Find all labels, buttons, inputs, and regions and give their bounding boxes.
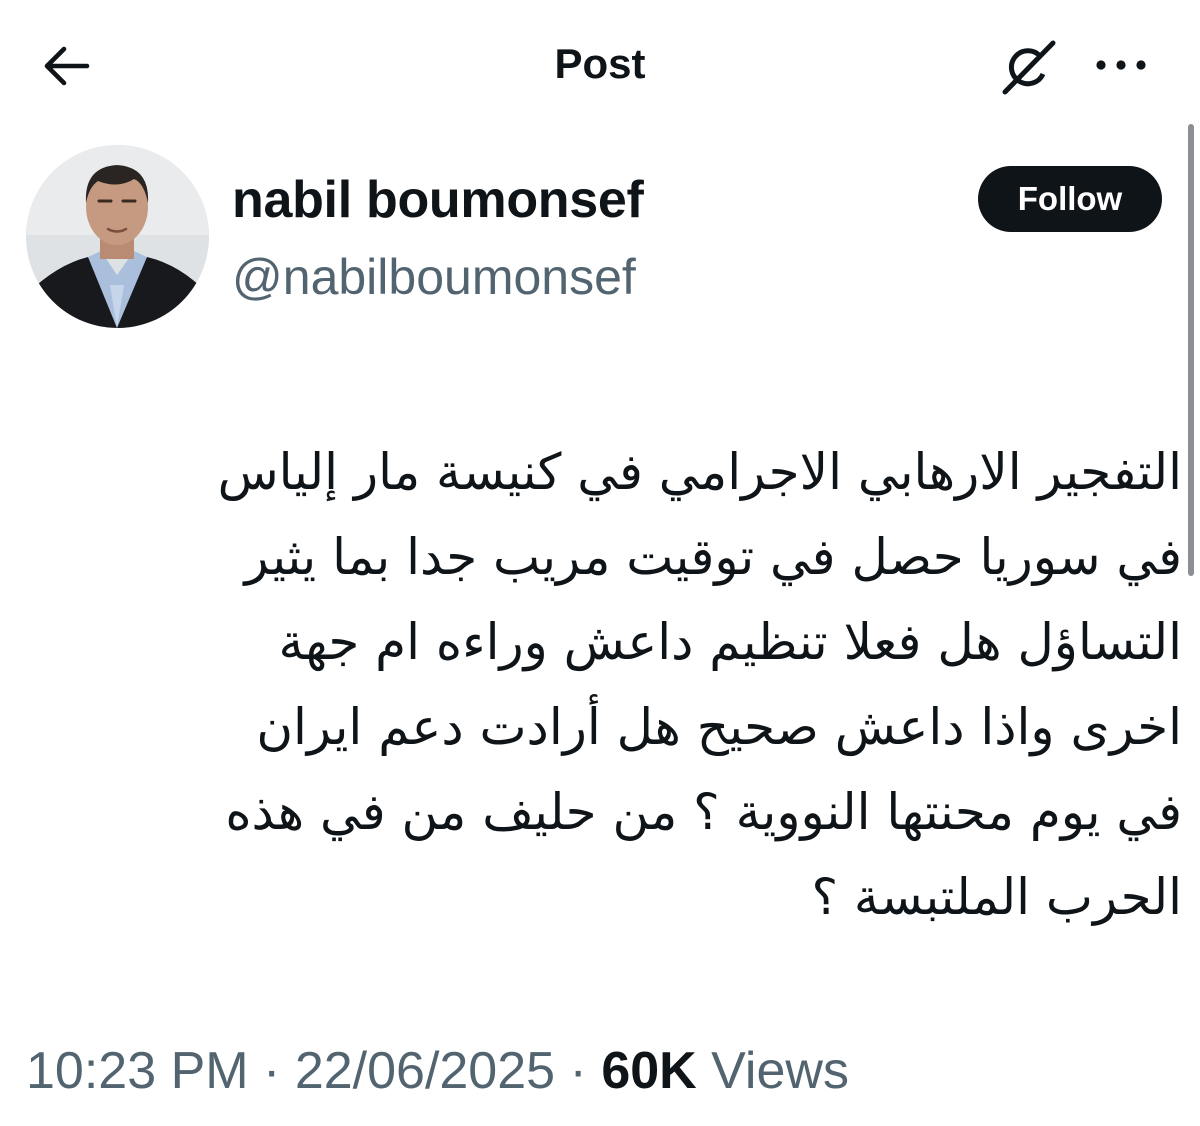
scrollbar[interactable] <box>1188 124 1194 576</box>
tweet-time[interactable]: 10:23 PM <box>26 1042 249 1100</box>
author-handle[interactable]: @nabilboumonsef <box>232 247 636 307</box>
back-button[interactable] <box>38 38 94 94</box>
follow-button[interactable]: Follow <box>978 166 1162 232</box>
author-avatar[interactable] <box>26 145 209 328</box>
tweet-text-line: الحرب الملتبسة ؟ <box>811 868 1182 926</box>
avatar-photo <box>26 145 209 328</box>
tweet-text-line: التساؤل هل فعلا تنظيم داعش وراءه ام جهة <box>278 613 1183 671</box>
more-horizontal-icon <box>1096 60 1146 70</box>
tweet-text-line: في يوم محنتها النووية ؟ من حليف من في هذ… <box>225 783 1182 841</box>
tweet-text-line: التفجير الارهابي الاجرامي في كنيسة مار إ… <box>217 443 1182 501</box>
tweet-date[interactable]: 22/06/2025 <box>295 1042 555 1100</box>
tweet-text: التفجير الارهابي الاجرامي في كنيسة مار إ… <box>30 430 1182 940</box>
grok-button[interactable] <box>996 34 1062 100</box>
post-header: Post <box>0 0 1200 125</box>
meta-separator: · <box>569 1042 587 1100</box>
tweet-text-line: في سوريا حصل في توقيت مريب جدا بما يثير <box>244 528 1182 586</box>
arrow-left-icon <box>44 46 90 86</box>
views-count: 60K <box>601 1042 697 1100</box>
more-options-button[interactable] <box>1086 40 1156 90</box>
views-label: Views <box>711 1042 849 1100</box>
tweet-text-line: اخرى واذا داعش صحيح هل أرادت دعم ايران <box>256 698 1182 756</box>
tweet-metadata: 10:23 PM · 22/06/2025 · 60K Views <box>26 1038 849 1104</box>
grok-icon <box>1002 40 1056 95</box>
author-display-name[interactable]: nabil boumonsef <box>232 168 644 232</box>
meta-separator: · <box>263 1042 281 1100</box>
